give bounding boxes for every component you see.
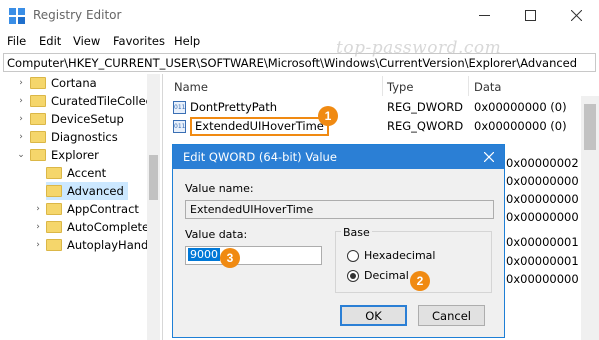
folder-icon bbox=[30, 77, 46, 89]
tree-item[interactable]: Cortana bbox=[30, 74, 97, 92]
tree-panel[interactable]: Cortana › CuratedTileCollec › DeviceSetu… bbox=[3, 74, 163, 340]
column-header-data[interactable]: Data bbox=[474, 80, 501, 94]
value-data-input[interactable]: 9000 bbox=[185, 246, 322, 265]
chevron-right-icon[interactable]: › bbox=[16, 78, 26, 88]
cancel-button[interactable]: Cancel bbox=[418, 305, 485, 326]
step-badge-2: 2 bbox=[410, 271, 430, 291]
column-separator[interactable] bbox=[382, 76, 383, 96]
decimal-label[interactable]: Decimal bbox=[364, 269, 409, 282]
column-header-type[interactable]: Type bbox=[387, 80, 413, 94]
chevron-right-icon[interactable]: › bbox=[33, 204, 43, 214]
folder-icon bbox=[30, 131, 46, 143]
tree-scrollbar[interactable] bbox=[147, 74, 160, 340]
step-badge-1: 1 bbox=[318, 106, 338, 126]
list-row[interactable]: 011 DontPrettyPath bbox=[173, 98, 277, 116]
menu-favorites[interactable]: Favorites bbox=[113, 34, 165, 48]
tree-item[interactable]: CuratedTileCollec bbox=[30, 92, 152, 110]
minimize-icon bbox=[478, 15, 490, 16]
step-badge-3: 3 bbox=[220, 248, 240, 268]
column-header-name[interactable]: Name bbox=[174, 80, 208, 94]
hexadecimal-label[interactable]: Hexadecimal bbox=[364, 249, 435, 262]
folder-icon bbox=[46, 221, 62, 233]
value-name-label: Value name: bbox=[185, 182, 254, 195]
tree-item[interactable]: DeviceSetup bbox=[30, 110, 124, 128]
menu-edit[interactable]: Edit bbox=[39, 34, 61, 48]
binary-value-icon: 011 bbox=[173, 100, 186, 114]
list-cell-type: REG_QWORD bbox=[387, 119, 464, 133]
ok-button[interactable]: OK bbox=[340, 305, 407, 326]
highlighted-value-name: ExtendedUIHoverTime bbox=[190, 116, 329, 136]
registry-icon bbox=[9, 8, 25, 24]
chevron-right-icon[interactable]: › bbox=[16, 132, 26, 142]
chevron-right-icon[interactable]: › bbox=[16, 96, 26, 106]
chevron-right-icon[interactable]: › bbox=[33, 222, 43, 232]
list-scrollbar-thumb[interactable] bbox=[584, 104, 596, 150]
folder-icon bbox=[30, 149, 46, 161]
close-button[interactable] bbox=[553, 0, 599, 31]
value-name-field: ExtendedUIHoverTime bbox=[185, 200, 494, 219]
chevron-right-icon[interactable]: › bbox=[16, 114, 26, 124]
tree-item[interactable]: Diagnostics bbox=[30, 128, 118, 146]
tree-item-advanced[interactable]: Advanced bbox=[46, 182, 128, 200]
binary-value-icon: 011 bbox=[173, 119, 186, 133]
tree-item[interactable]: Accent bbox=[46, 164, 106, 182]
hexadecimal-radio[interactable] bbox=[347, 250, 359, 262]
close-icon bbox=[484, 152, 494, 162]
folder-icon bbox=[46, 203, 62, 215]
tree-item-explorer[interactable]: Explorer bbox=[30, 146, 99, 164]
dialog-title: Edit QWORD (64-bit) Value bbox=[183, 150, 337, 164]
list-row-selected[interactable]: 011 ExtendedUIHoverTime bbox=[173, 116, 329, 136]
tree-item[interactable]: AppContract bbox=[46, 200, 139, 218]
menu-help[interactable]: Help bbox=[174, 34, 200, 48]
list-cell-data: 0x00000000 (0) bbox=[474, 100, 567, 114]
window-title: Registry Editor bbox=[33, 8, 122, 22]
edit-qword-dialog: Edit QWORD (64-bit) Value Value name: Ex… bbox=[172, 144, 505, 338]
value-data-selection: 9000 bbox=[188, 248, 220, 261]
chevron-down-icon[interactable]: ⌄ bbox=[16, 150, 26, 160]
decimal-radio[interactable] bbox=[347, 270, 359, 282]
menu-view[interactable]: View bbox=[73, 34, 100, 48]
tree-item[interactable]: AutoComplete bbox=[46, 218, 149, 236]
maximize-button[interactable] bbox=[507, 0, 553, 31]
folder-icon bbox=[46, 185, 62, 197]
list-cell-type: REG_DWORD bbox=[387, 100, 464, 114]
maximize-icon bbox=[524, 10, 536, 21]
dialog-close-button[interactable] bbox=[478, 147, 500, 167]
folder-icon bbox=[30, 95, 46, 107]
radio-selected-dot bbox=[350, 273, 356, 279]
tree-item[interactable]: AutoplayHand bbox=[46, 236, 148, 254]
folder-icon bbox=[46, 239, 62, 251]
folder-icon bbox=[30, 113, 46, 125]
address-bar[interactable]: Computer\HKEY_CURRENT_USER\SOFTWARE\Micr… bbox=[3, 53, 596, 72]
tree-scrollbar-thumb[interactable] bbox=[149, 155, 158, 200]
minimize-button[interactable] bbox=[461, 0, 507, 31]
value-data-label: Value data: bbox=[185, 228, 248, 241]
menu-file[interactable]: File bbox=[7, 34, 26, 48]
chevron-right-icon[interactable]: › bbox=[33, 240, 43, 250]
list-cell-data: 0x00000000 (0) bbox=[474, 119, 567, 133]
close-icon bbox=[570, 10, 582, 21]
base-label: Base bbox=[341, 226, 372, 239]
folder-icon bbox=[46, 167, 62, 179]
column-separator[interactable] bbox=[468, 76, 469, 96]
